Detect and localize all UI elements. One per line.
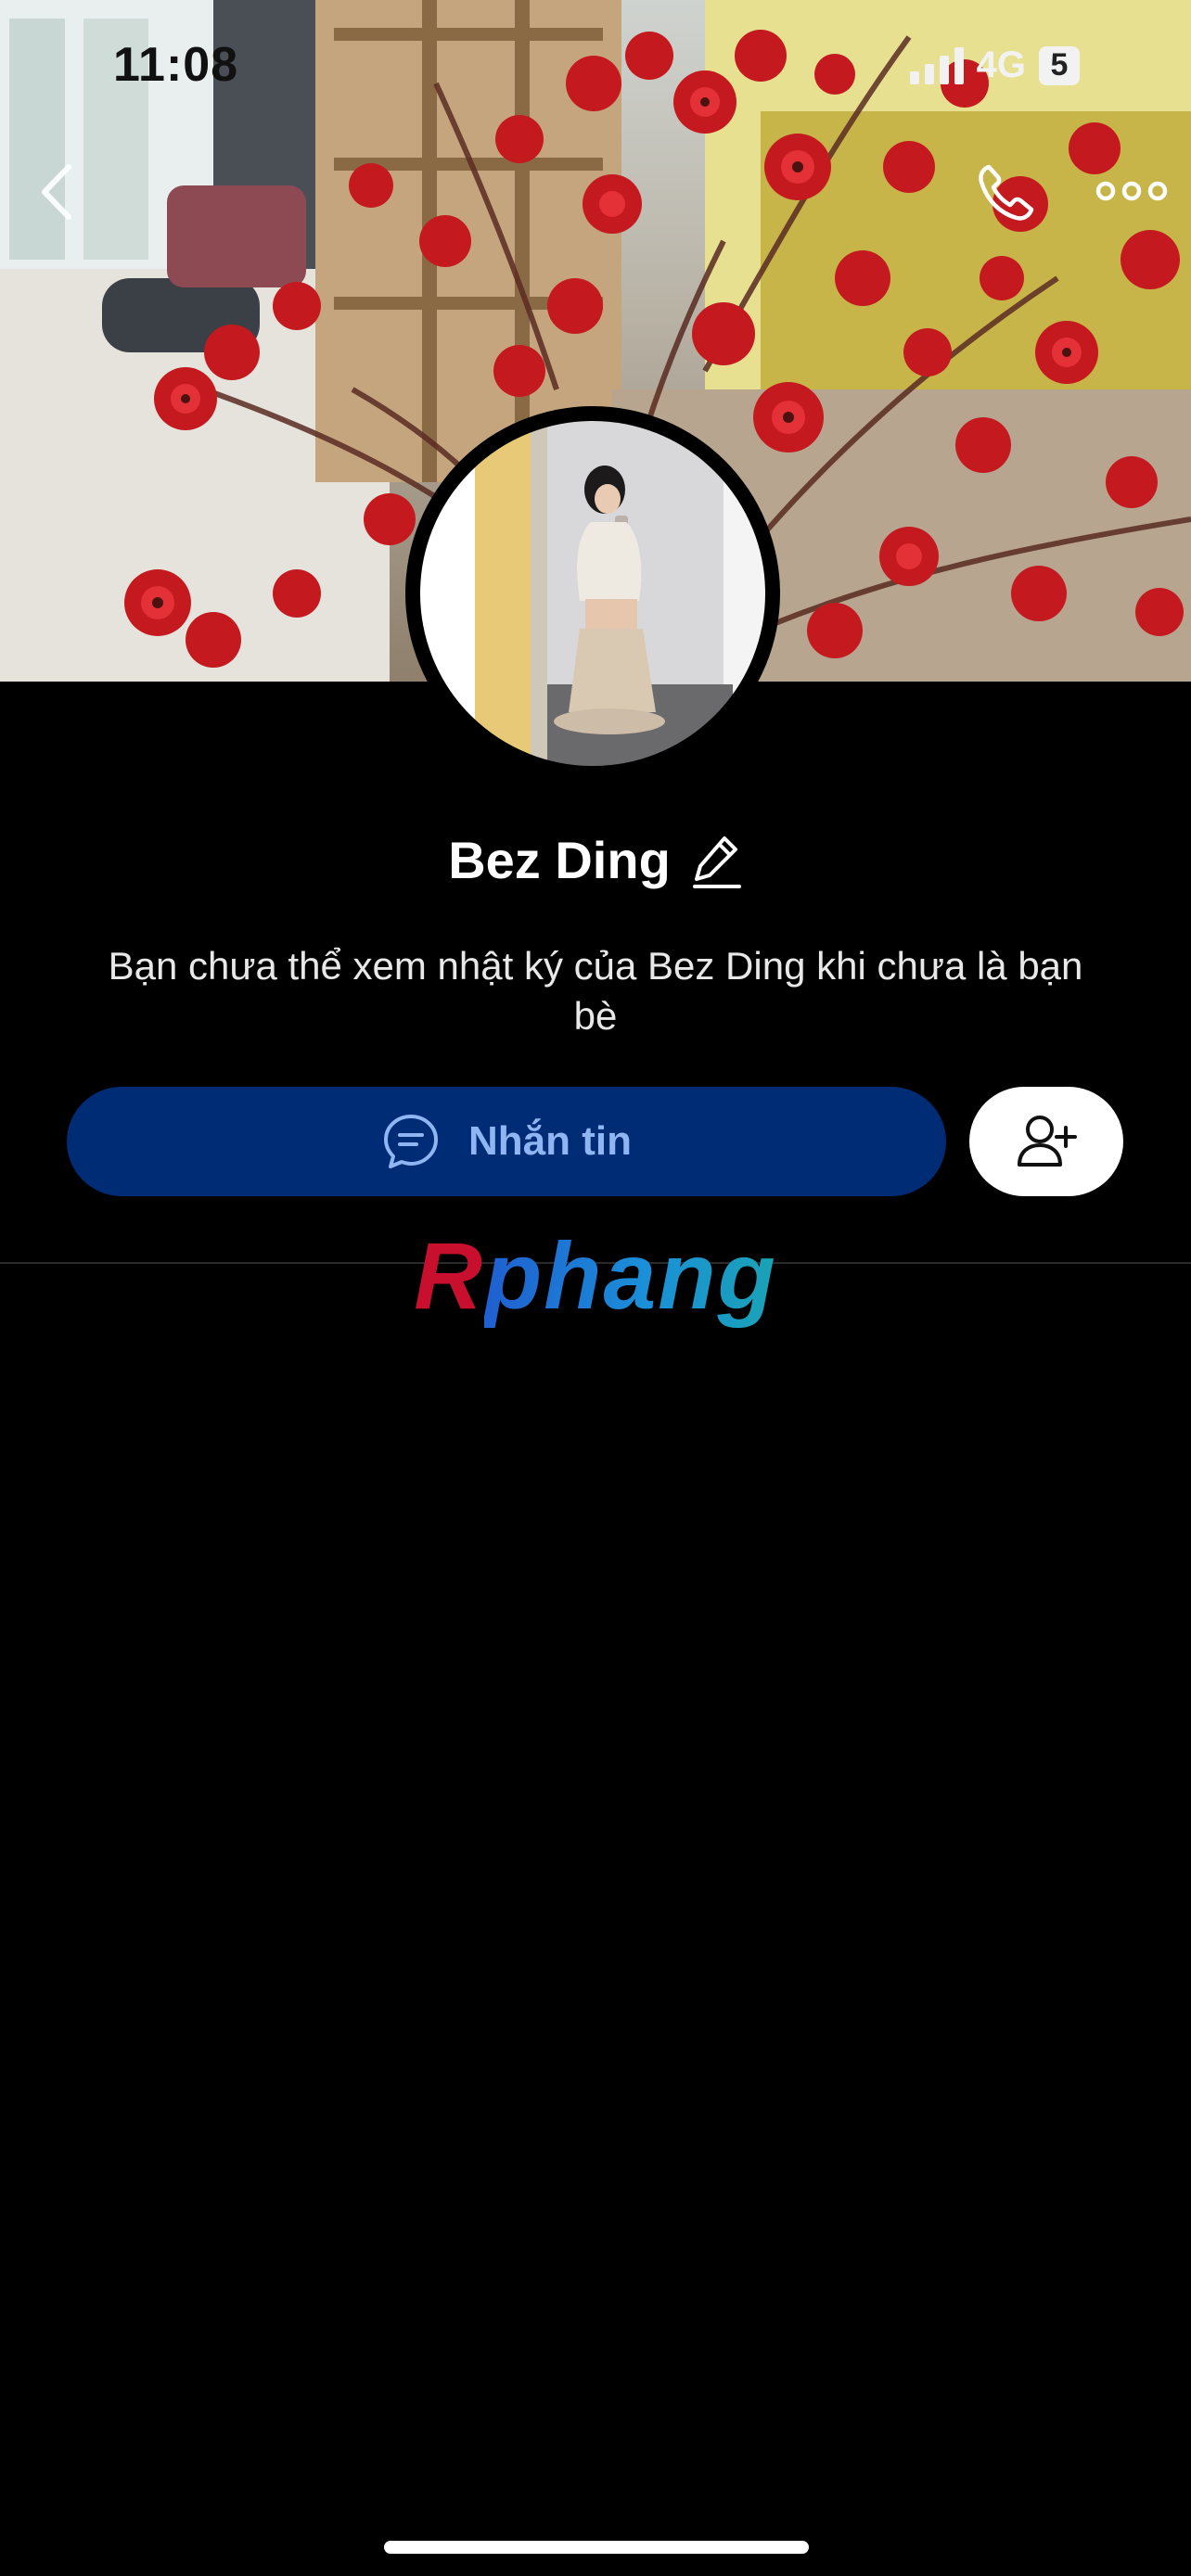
status-bar: 11:08 4G 5: [0, 0, 1191, 130]
network-type: 4G: [976, 45, 1026, 85]
watermark-logo: Rphang: [0, 1229, 1191, 1323]
watermark-text: phang: [483, 1223, 777, 1329]
profile-name: Bez Ding: [448, 831, 671, 889]
privacy-note: Bạn chưa thể xem nhật ký của Bez Ding kh…: [108, 944, 1083, 1038]
phone-icon[interactable]: [974, 159, 1039, 224]
pencil-icon[interactable]: [691, 831, 743, 890]
avatar[interactable]: [405, 406, 780, 781]
message-button[interactable]: Nhắn tin: [67, 1087, 946, 1196]
more-dots-icon[interactable]: [1095, 172, 1169, 210]
cellular-signal-icon: [909, 46, 964, 84]
watermark-first-letter: R: [414, 1223, 484, 1329]
chat-bubble-icon: [384, 1115, 438, 1168]
message-button-label: Nhắn tin: [468, 1118, 632, 1164]
add-friend-button[interactable]: [969, 1087, 1123, 1196]
status-indicators: 4G 5: [909, 45, 1080, 86]
home-indicator[interactable]: [384, 2541, 809, 2554]
add-user-icon: [1018, 1116, 1077, 1167]
chevron-left-icon[interactable]: [35, 159, 82, 224]
battery-icon: 5: [1039, 45, 1080, 85]
profile-name-row: Bez Ding: [0, 830, 1191, 890]
status-time: 11:08: [113, 38, 239, 92]
